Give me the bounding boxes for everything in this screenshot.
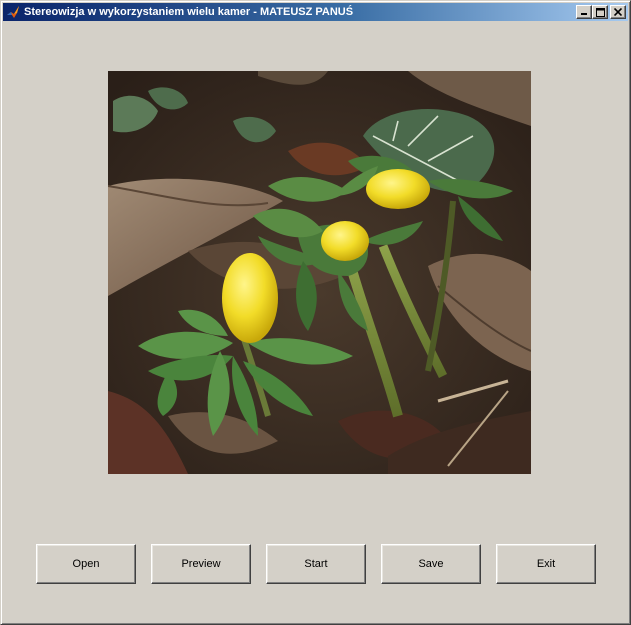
maximize-icon — [595, 7, 605, 17]
title-bar[interactable]: Stereowizja w wykorzystaniem wielu kamer… — [3, 3, 628, 21]
minimize-icon — [581, 13, 587, 15]
maximize-button[interactable] — [592, 5, 608, 19]
start-button[interactable]: Start — [266, 544, 366, 584]
exit-button[interactable]: Exit — [496, 544, 596, 584]
matlab-icon[interactable] — [5, 4, 21, 20]
open-button[interactable]: Open — [36, 544, 136, 584]
save-button[interactable]: Save — [381, 544, 481, 584]
close-button[interactable] — [610, 5, 626, 19]
image-preview — [108, 71, 531, 474]
window-controls — [576, 5, 626, 19]
main-window: Stereowizja w wykorzystaniem wielu kamer… — [0, 0, 631, 625]
window-title: Stereowizja w wykorzystaniem wielu kamer… — [24, 6, 354, 18]
close-icon — [614, 8, 622, 16]
flower-photo — [108, 71, 531, 474]
preview-button[interactable]: Preview — [151, 544, 251, 584]
button-row: Open Preview Start Save Exit — [1, 544, 631, 584]
minimize-button[interactable] — [576, 5, 592, 19]
